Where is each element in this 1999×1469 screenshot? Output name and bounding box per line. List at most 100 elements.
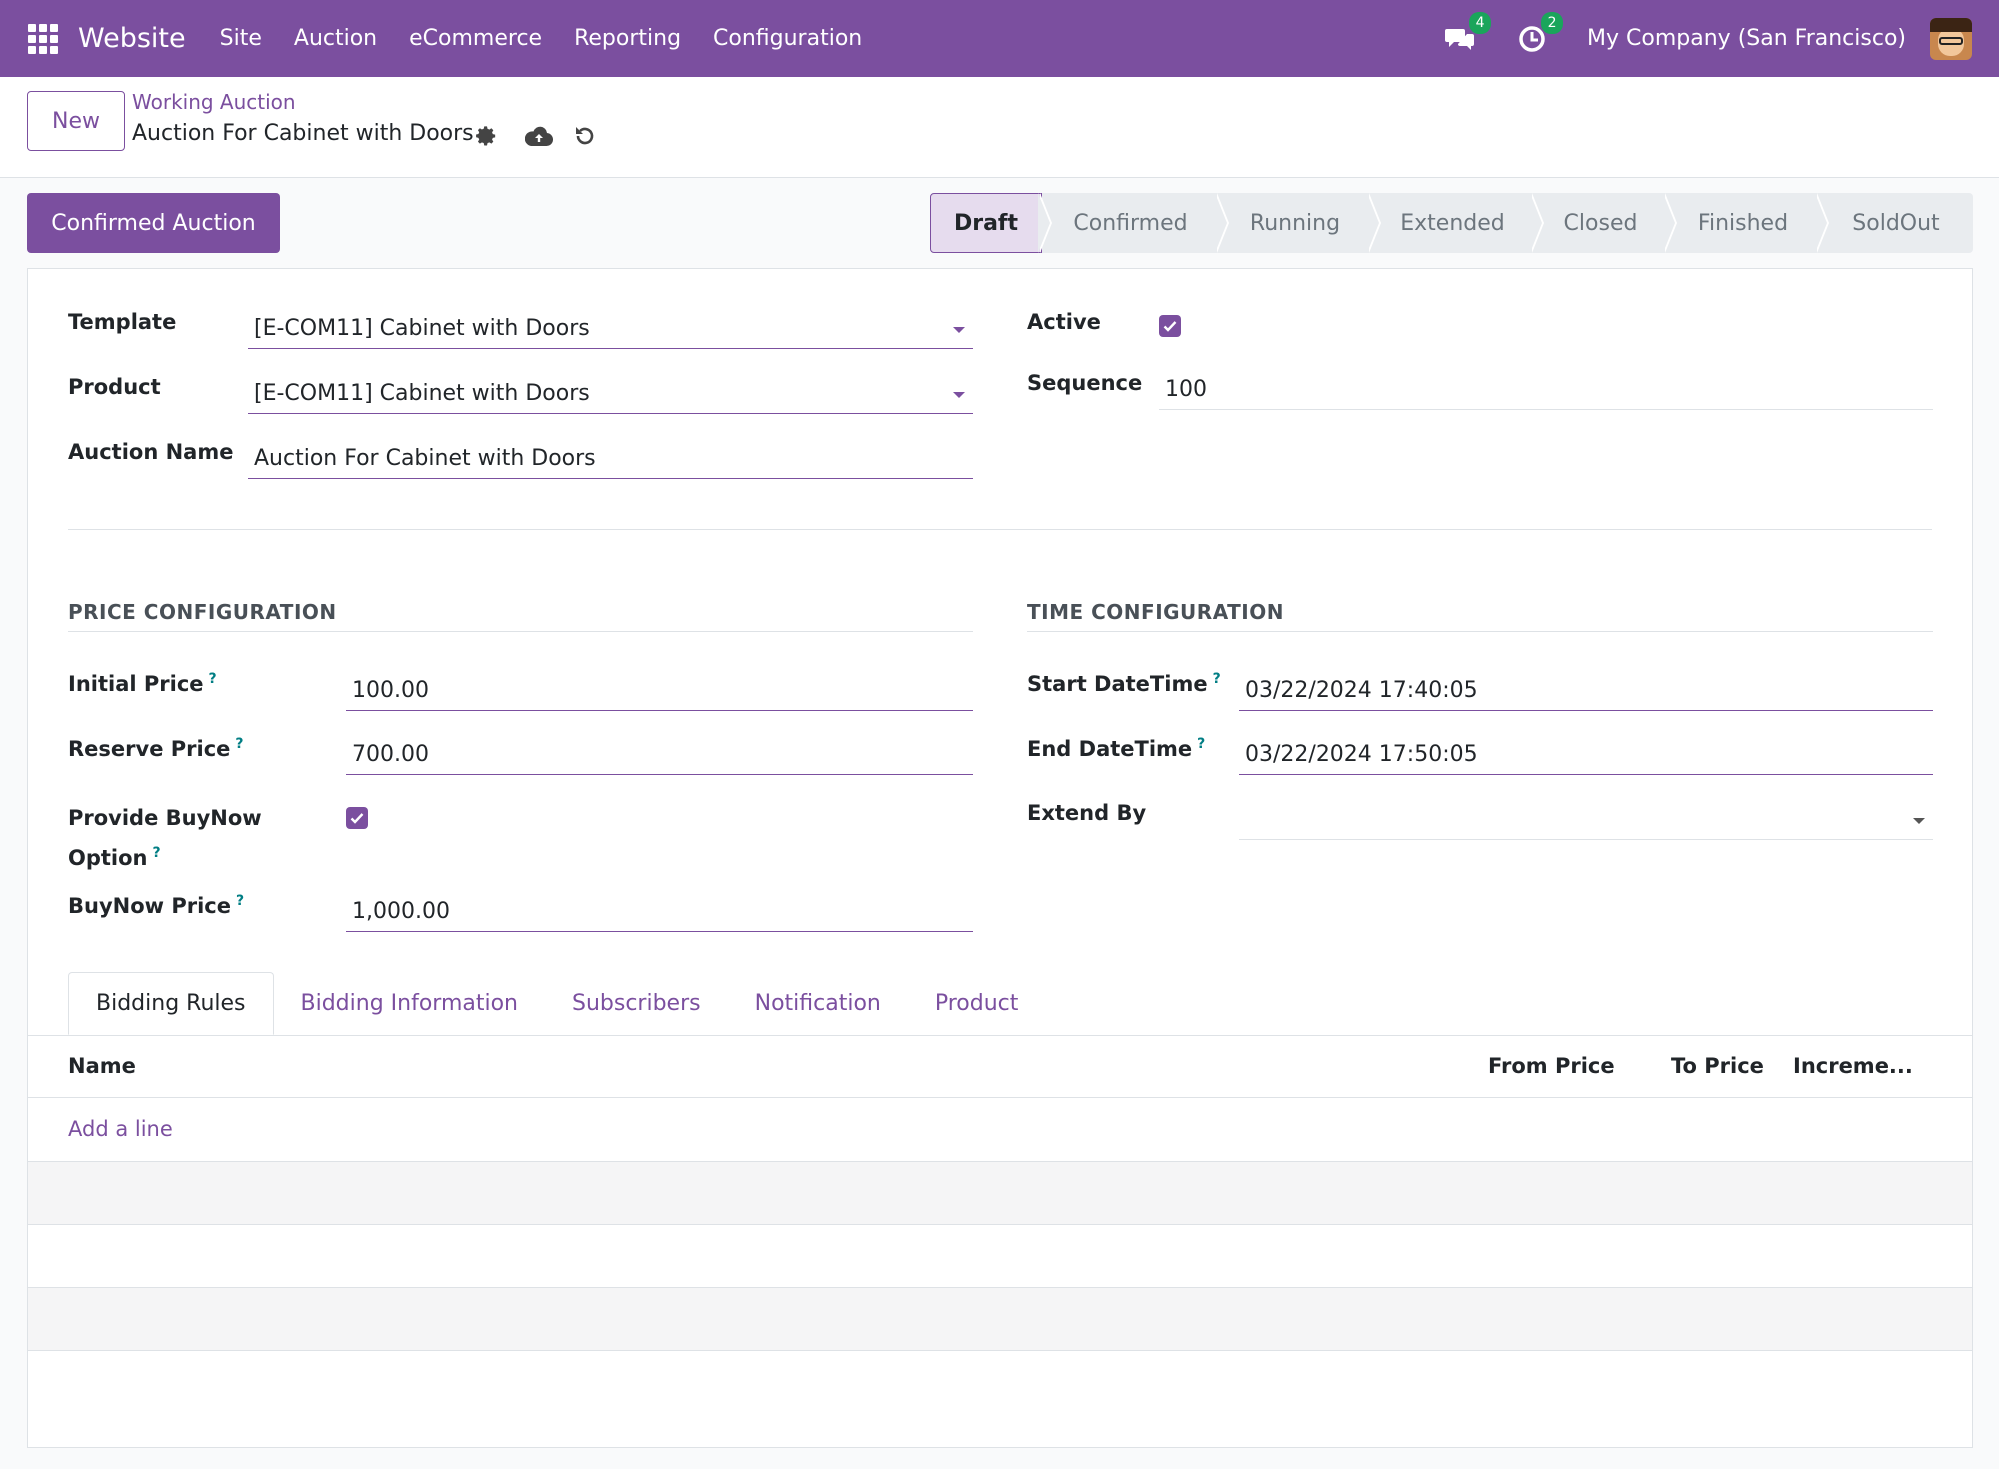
checkmark-icon: [1163, 321, 1177, 332]
price-section-divider: [68, 631, 973, 632]
extend-by-label: Extend By: [1027, 801, 1147, 825]
gear-icon[interactable]: [472, 122, 500, 150]
column-increment[interactable]: Increme...: [1793, 1054, 1913, 1078]
auction-name-value: Auction For Cabinet with Doors: [254, 446, 596, 471]
extend-by-select[interactable]: [1239, 800, 1933, 840]
bidding-rules-table-header: Name From Price To Price Increme...: [28, 1036, 1972, 1098]
help-icon[interactable]: ?: [1213, 671, 1221, 687]
buynow-price-label: BuyNow Price?: [68, 893, 244, 918]
breadcrumb-working-auction[interactable]: Working Auction: [132, 90, 296, 114]
initial-price-label-text: Initial Price: [68, 672, 204, 696]
nav-menu-ecommerce[interactable]: eCommerce: [409, 26, 542, 51]
time-configuration-heading: TIME CONFIGURATION: [1027, 600, 1284, 624]
table-row: Add a line: [28, 1099, 1972, 1162]
reserve-price-input[interactable]: 700.00: [346, 735, 973, 775]
buynow-option-checkbox[interactable]: [346, 807, 368, 829]
form-sheet: Template [E-COM11] Cabinet with Doors Pr…: [27, 268, 1973, 1448]
add-a-line-link[interactable]: Add a line: [68, 1117, 173, 1141]
reserve-price-label-text: Reserve Price: [68, 737, 231, 761]
buynow-option-label-line2: Option: [68, 846, 148, 870]
auction-name-label: Auction Name: [68, 440, 234, 464]
start-datetime-input[interactable]: 03/22/2024 17:40:05: [1239, 671, 1933, 711]
buynow-option-label: Provide BuyNow Option?: [68, 801, 262, 876]
form-divider: [68, 529, 1932, 530]
app-name[interactable]: Website: [78, 23, 186, 54]
tab-notification[interactable]: Notification: [728, 972, 908, 1035]
buynow-price-input[interactable]: 1,000.00: [346, 892, 973, 932]
stage-closed[interactable]: Closed: [1530, 193, 1667, 253]
stage-extended[interactable]: Extended: [1367, 193, 1534, 253]
sequence-label: Sequence: [1027, 371, 1143, 395]
notebook-tabs: Bidding Rules Bidding Information Subscr…: [68, 972, 1045, 1035]
start-datetime-label-text: Start DateTime: [1027, 672, 1208, 696]
tab-bidding-information[interactable]: Bidding Information: [274, 972, 546, 1035]
end-datetime-value: 03/22/2024 17:50:05: [1245, 742, 1478, 767]
sequence-input[interactable]: 100: [1159, 370, 1933, 410]
user-avatar[interactable]: [1930, 17, 1972, 60]
product-value: [E-COM11] Cabinet with Doors: [254, 381, 590, 406]
tab-bidding-rules[interactable]: Bidding Rules: [68, 972, 274, 1035]
help-icon[interactable]: ?: [235, 736, 243, 752]
help-icon[interactable]: ?: [153, 845, 161, 861]
stage-finished[interactable]: Finished: [1663, 193, 1819, 253]
activities-button[interactable]: 2: [1515, 11, 1564, 56]
reserve-price-label: Reserve Price?: [68, 736, 244, 761]
chevron-down-icon: [1913, 818, 1925, 824]
end-datetime-input[interactable]: 03/22/2024 17:50:05: [1239, 735, 1933, 775]
initial-price-input[interactable]: 100.00: [346, 671, 973, 711]
auction-name-input[interactable]: Auction For Cabinet with Doors: [248, 439, 973, 479]
help-icon[interactable]: ?: [209, 671, 217, 687]
template-value: [E-COM11] Cabinet with Doors: [254, 316, 590, 341]
reserve-price-value: 700.00: [352, 742, 429, 767]
control-panel: New Working Auction Auction For Cabinet …: [0, 77, 1999, 178]
stage-draft[interactable]: Draft: [930, 193, 1042, 253]
stage-confirmed[interactable]: Confirmed: [1038, 193, 1219, 253]
chevron-down-icon: [953, 392, 965, 398]
help-icon[interactable]: ?: [236, 893, 244, 909]
time-section-divider: [1027, 631, 1933, 632]
discard-changes-icon[interactable]: [571, 122, 599, 150]
column-name[interactable]: Name: [68, 1054, 136, 1078]
top-navbar: Website Site Auction eCommerce Reporting…: [0, 0, 1999, 77]
end-datetime-label: End DateTime?: [1027, 736, 1205, 761]
sequence-value: 100: [1165, 377, 1207, 402]
messages-button[interactable]: 4: [1443, 11, 1492, 56]
price-configuration-heading: PRICE CONFIGURATION: [68, 600, 337, 624]
record-title: Auction For Cabinet with Doors: [132, 121, 474, 146]
active-label: Active: [1027, 310, 1101, 334]
column-to-price[interactable]: To Price: [1671, 1054, 1764, 1078]
tab-product[interactable]: Product: [908, 972, 1046, 1035]
apps-menu-icon[interactable]: [28, 23, 58, 54]
status-bar: Draft Confirmed Running Extended Closed …: [930, 193, 1973, 253]
navbar-systray: 4 2 My Company (San Francisco): [1443, 11, 1999, 60]
start-datetime-value: 03/22/2024 17:40:05: [1245, 678, 1478, 703]
chevron-down-icon: [953, 327, 965, 333]
buynow-price-label-text: BuyNow Price: [68, 894, 231, 918]
help-icon[interactable]: ?: [1197, 736, 1205, 752]
messages-count-badge: 4: [1469, 11, 1492, 34]
product-select[interactable]: [E-COM11] Cabinet with Doors: [248, 374, 973, 414]
template-select[interactable]: [E-COM11] Cabinet with Doors: [248, 309, 973, 349]
product-label: Product: [68, 375, 161, 399]
buynow-option-label-line1: Provide BuyNow: [68, 806, 262, 830]
column-from-price[interactable]: From Price: [1488, 1054, 1615, 1078]
cloud-upload-icon[interactable]: [525, 122, 553, 150]
nav-menu-auction[interactable]: Auction: [294, 26, 377, 51]
initial-price-label: Initial Price?: [68, 671, 217, 696]
template-label: Template: [68, 310, 177, 334]
stage-soldout[interactable]: SoldOut: [1815, 193, 1973, 253]
table-row: [28, 1162, 1972, 1225]
company-switcher[interactable]: My Company (San Francisco): [1587, 26, 1906, 51]
confirmed-auction-button[interactable]: Confirmed Auction: [27, 193, 280, 253]
active-checkbox[interactable]: [1159, 315, 1181, 337]
nav-menu-configuration[interactable]: Configuration: [713, 26, 862, 51]
stage-running[interactable]: Running: [1215, 193, 1371, 253]
checkmark-icon: [350, 813, 364, 824]
table-row: [28, 1225, 1972, 1288]
end-datetime-label-text: End DateTime: [1027, 737, 1193, 761]
nav-menu-site[interactable]: Site: [220, 26, 262, 51]
new-button[interactable]: New: [27, 91, 125, 151]
buynow-price-value: 1,000.00: [352, 899, 450, 924]
tab-subscribers[interactable]: Subscribers: [545, 972, 728, 1035]
nav-menu-reporting[interactable]: Reporting: [574, 26, 681, 51]
